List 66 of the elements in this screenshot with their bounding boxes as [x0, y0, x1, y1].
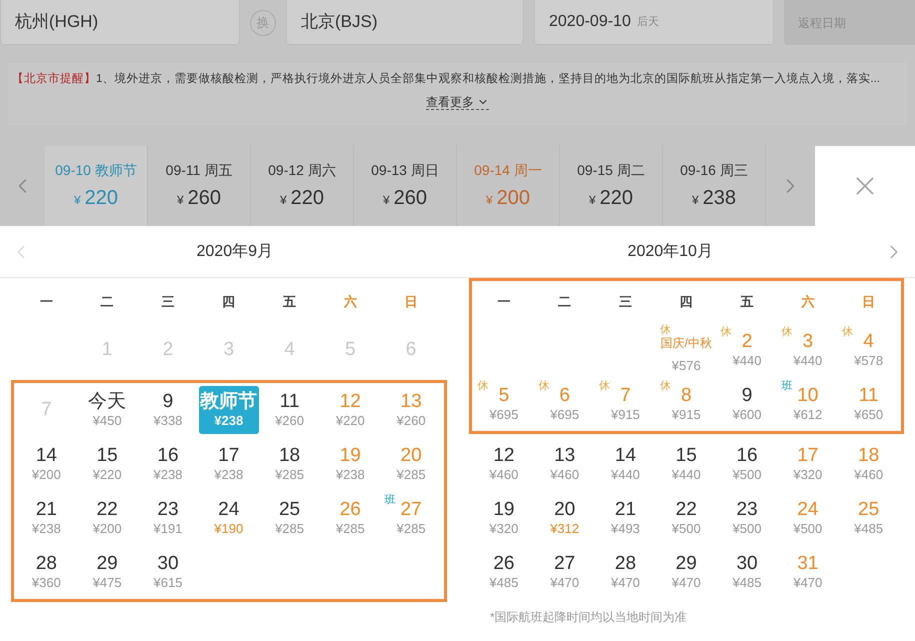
- calendar-day[interactable]: 25 ¥285: [260, 494, 320, 542]
- calendar-day[interactable]: 29 ¥475: [77, 548, 138, 596]
- holiday-tag: 休: [538, 381, 550, 392]
- departure-field[interactable]: 杭州(HGH): [0, 0, 240, 45]
- calendar-day[interactable]: 20 ¥312: [534, 494, 595, 542]
- calendar-day[interactable]: 22 ¥500: [656, 494, 716, 542]
- calendar-day[interactable]: 30 ¥615: [138, 548, 198, 596]
- calendar-day[interactable]: 27 ¥470: [534, 548, 595, 596]
- weekday-label: 四: [221, 293, 236, 312]
- holiday-tag: 休: [599, 381, 610, 392]
- notice-text: 【北京市提醒】1、境外进京，需要做核酸检测，严格执行境外进京人员全部集中观察和核酸检测措施，坚持目的地为北京的国际航班从指定第一入境点入境，落实...: [12, 71, 880, 87]
- date-value: 2020-09-10: [549, 12, 631, 32]
- weekday-label: 三: [618, 293, 633, 312]
- calendar-day[interactable]: 19 ¥320: [474, 494, 534, 542]
- calendar-day[interactable]: 14 ¥440: [595, 440, 656, 488]
- holiday-tag: 休: [478, 381, 488, 392]
- holiday-tag: 休: [781, 327, 792, 338]
- calendar-day[interactable]: 11 ¥260: [260, 386, 320, 434]
- holiday-tag: 休: [660, 381, 671, 392]
- weekday-label: 日: [861, 293, 876, 312]
- calendar-day[interactable]: 23 ¥500: [717, 494, 778, 542]
- calendar-day[interactable]: 15 ¥440: [656, 440, 716, 488]
- weekday-label: 六: [342, 293, 358, 312]
- month-title: 2020年10月: [626, 242, 714, 262]
- calendar-day[interactable]: 21 ¥493: [595, 494, 656, 542]
- weekday-label: 四: [678, 293, 694, 312]
- weekday-label: 日: [404, 293, 419, 312]
- calendar-day[interactable]: 28 ¥470: [595, 548, 656, 596]
- calendar-day[interactable]: 17 ¥238: [198, 440, 259, 488]
- month-title: 2020年9月: [196, 242, 274, 262]
- holiday-tag: 班: [384, 495, 396, 506]
- weekday-label: 二: [100, 293, 115, 312]
- date-hint: 后天: [636, 14, 659, 30]
- weekday-label: 五: [740, 293, 755, 312]
- calendar-day[interactable]: 13 ¥460: [534, 440, 595, 488]
- weekday-label: 六: [800, 293, 816, 312]
- holiday-tag: 休: [842, 327, 854, 338]
- holiday-tag: 休: [720, 327, 732, 338]
- calendar-day[interactable]: 24 ¥190: [198, 494, 259, 542]
- holiday-tag: 休: [660, 325, 671, 336]
- calendar-day[interactable]: 23 ¥191: [138, 494, 198, 542]
- calendar-day[interactable]: 30 ¥485: [717, 548, 778, 596]
- calendar-day[interactable]: 12 ¥460: [474, 440, 534, 488]
- calendar-day[interactable]: 15 ¥220: [77, 440, 138, 488]
- calendar-day[interactable]: 14 ¥200: [16, 440, 76, 488]
- calendar-day[interactable]: 16 ¥238: [138, 440, 198, 488]
- weekday-label: 二: [557, 293, 572, 312]
- weekday-label: 一: [496, 293, 512, 312]
- calendar-day[interactable]: 21 ¥238: [16, 494, 76, 542]
- calendar-day[interactable]: 28 ¥360: [16, 548, 76, 596]
- calendar-day[interactable]: 22 ¥200: [77, 494, 138, 542]
- weekday-label: 一: [38, 293, 54, 312]
- calendar-day[interactable]: 16 ¥500: [717, 440, 778, 488]
- arrival-field[interactable]: 北京(BJS): [286, 0, 524, 45]
- calendar-day[interactable]: 26 ¥485: [474, 548, 534, 596]
- weekday-label: 五: [282, 293, 298, 312]
- footnote: *国际航班起降时间均以当地时间为准: [490, 609, 688, 626]
- show-more-link[interactable]: 查看更多: [426, 95, 489, 110]
- weekday-label: 三: [160, 293, 176, 312]
- calendar-day[interactable]: 9 ¥600: [717, 380, 778, 428]
- calendar-day[interactable]: 18 ¥285: [260, 440, 320, 488]
- calendar-day[interactable]: 9 ¥338: [138, 386, 198, 434]
- holiday-tag: 班: [781, 381, 792, 392]
- calendar-day[interactable]: 29 ¥470: [656, 548, 716, 596]
- date-field[interactable]: 2020-09-10 后天: [534, 0, 774, 45]
- calendar-day[interactable]: 今天 ¥450: [77, 386, 138, 434]
